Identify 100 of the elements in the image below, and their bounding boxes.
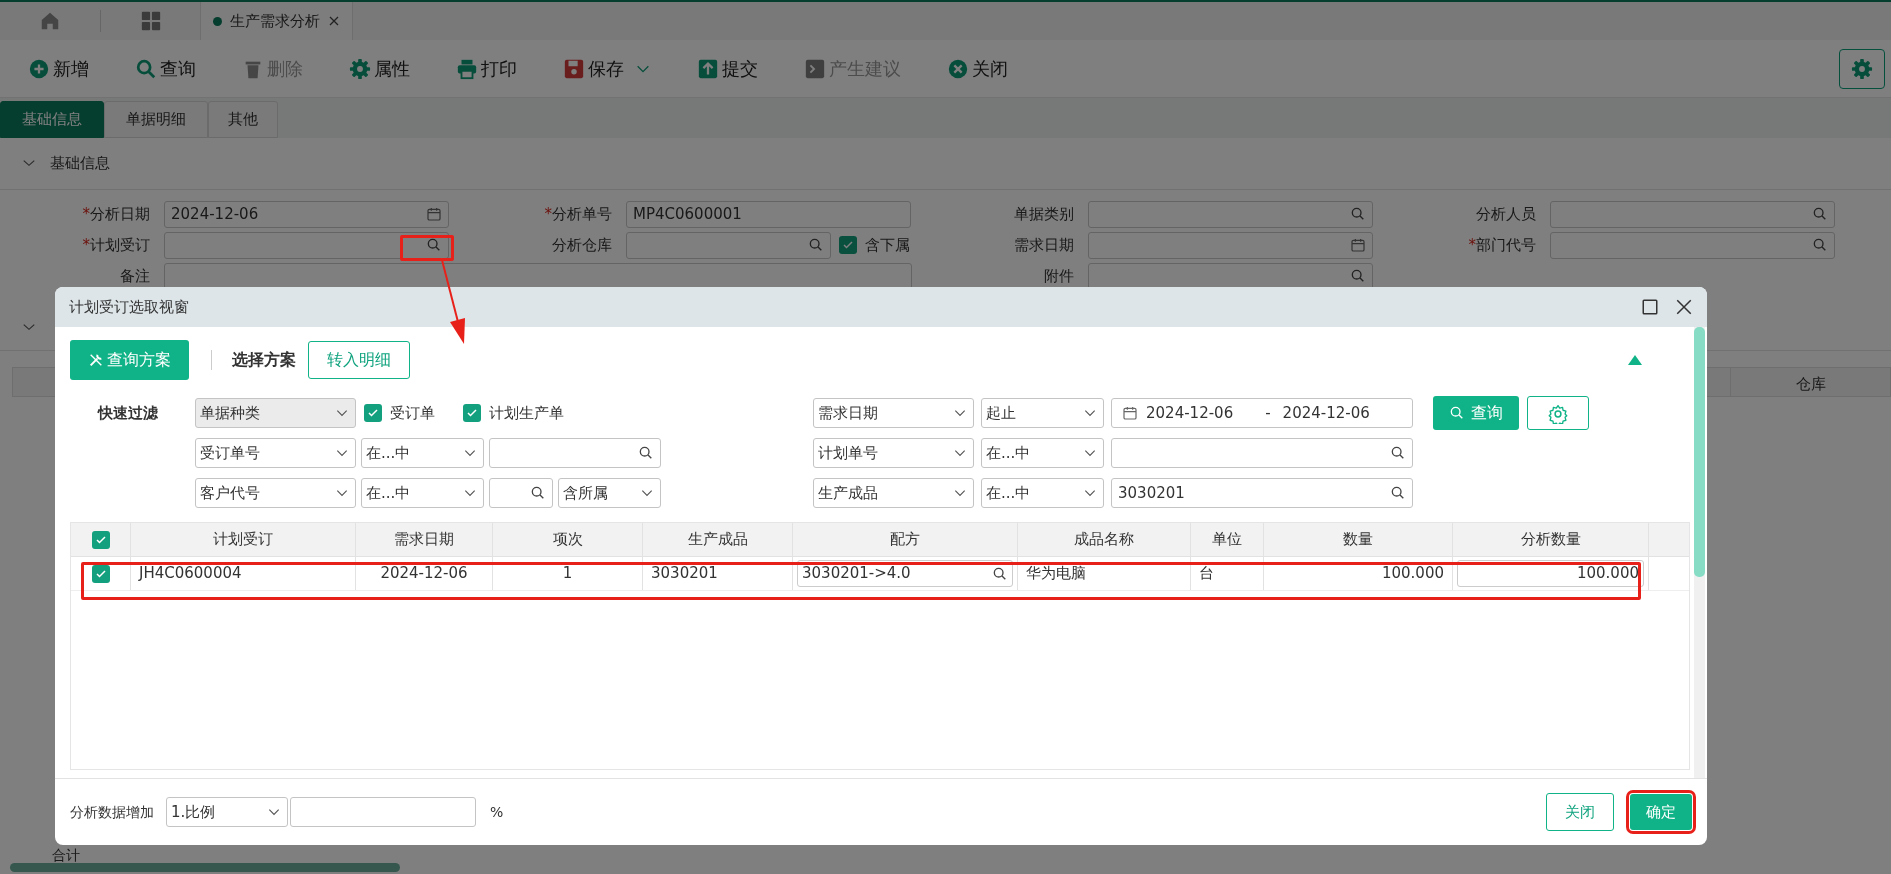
search-icon (530, 485, 546, 501)
column-header: 项次 (493, 523, 643, 556)
toolbar-button[interactable]: 保存 (557, 51, 657, 86)
check-icon (367, 407, 379, 419)
dialog-title: 计划受订选取视窗 (69, 296, 189, 318)
query-button[interactable]: 查询 (1433, 396, 1519, 430)
table-cell-text: 2024-12-06 (380, 563, 468, 585)
unit-label: % (490, 802, 504, 822)
table-input[interactable]: 100.000 (1457, 560, 1644, 587)
printer-icon (456, 57, 478, 80)
column-header: 配方 (793, 523, 1018, 556)
input-field[interactable] (1088, 262, 1373, 290)
column-header: 计划受订 (131, 523, 356, 556)
table-cell-text: 华为电脑 (1026, 563, 1086, 585)
upload-icon (697, 57, 719, 80)
scrollbar-thumb[interactable] (1694, 327, 1705, 577)
table-cell-text: 100.000 (1381, 563, 1444, 585)
search-icon (638, 445, 654, 461)
checkbox[interactable] (463, 404, 481, 422)
search-field[interactable]: 3030201 (1111, 478, 1413, 508)
field-label: 单据类别 (1013, 203, 1074, 225)
field-label: 需求日期 (1013, 234, 1074, 256)
search-field[interactable] (489, 438, 661, 468)
section-title: 基础信息 (50, 153, 110, 174)
search-field[interactable] (489, 478, 553, 508)
dropdown[interactable]: 计划单号 (813, 438, 974, 468)
input-field[interactable]: MP4C0600001 (626, 200, 911, 228)
dropdown[interactable]: 1.比例 (166, 797, 288, 827)
cancel-button[interactable]: 关闭 (1546, 793, 1614, 831)
settings-icon (349, 57, 371, 80)
search-icon (135, 57, 157, 80)
percent-field[interactable] (290, 797, 476, 827)
toolbar-button[interactable]: 关闭 (941, 51, 1014, 86)
search-icon (1350, 268, 1366, 284)
check-icon (466, 407, 478, 419)
dropdown[interactable]: 在...中 (361, 478, 484, 508)
toolbar-button[interactable]: 新增 (22, 51, 95, 86)
dropdown[interactable]: 含所属 (558, 478, 661, 508)
dropdown[interactable]: 客户代号 (195, 478, 356, 508)
column-header: 分析数量 (1453, 523, 1649, 556)
total-label: 合计 (52, 847, 80, 863)
input-field[interactable] (626, 231, 831, 259)
checkbox[interactable] (839, 236, 857, 254)
search-icon (1812, 237, 1828, 253)
dropdown[interactable]: 受订单号 (195, 438, 356, 468)
field-label: 附件 (1043, 265, 1074, 287)
highlight-frame (400, 235, 454, 261)
field-label: *分析单号 (543, 203, 612, 225)
dropdown[interactable]: 在...中 (981, 438, 1104, 468)
column-header: 需求日期 (356, 523, 493, 556)
search-icon (1812, 206, 1828, 222)
query-scheme-button[interactable]: 查询方案 (70, 340, 189, 380)
check-icon (94, 533, 107, 546)
transfer-button[interactable]: 转入明细 (308, 341, 410, 379)
search-icon (808, 237, 824, 253)
dropdown[interactable]: 起止 (981, 398, 1104, 428)
search-field[interactable] (1111, 438, 1413, 468)
maximize-icon (1641, 298, 1659, 316)
tab[interactable]: 单据明细 (104, 101, 208, 138)
document-tab[interactable]: 生产需求分析 (200, 2, 353, 40)
checkbox-label: 含下属 (865, 234, 910, 256)
toolbar-button[interactable]: 提交 (691, 51, 764, 86)
dropdown[interactable]: 在...中 (981, 478, 1104, 508)
input-field[interactable] (1550, 231, 1835, 259)
tab[interactable]: 基础信息 (0, 101, 104, 138)
search-icon (426, 237, 442, 253)
input-field[interactable]: 2024-12-06 (164, 200, 449, 228)
grid-icon (139, 10, 162, 32)
column-header: 生产成品 (643, 523, 793, 556)
dropdown[interactable]: 生产成品 (813, 478, 974, 508)
dropdown[interactable]: 在...中 (361, 438, 484, 468)
input-field[interactable] (1088, 231, 1373, 259)
plus-circle-icon (28, 57, 50, 80)
input-field[interactable] (1550, 200, 1835, 228)
input-field[interactable] (164, 231, 449, 259)
checkbox[interactable] (364, 404, 382, 422)
checkbox-label: 受订单 (390, 402, 435, 424)
settings-icon (1851, 57, 1873, 80)
settings-button[interactable] (1527, 396, 1589, 430)
check-icon (94, 567, 107, 580)
dropdown[interactable]: 需求日期 (813, 398, 974, 428)
field-label: *分析日期 (81, 203, 150, 225)
search-icon (992, 565, 1008, 582)
input-field[interactable] (164, 262, 912, 290)
table-cell-text: 台 (1199, 563, 1214, 585)
checkbox[interactable] (91, 530, 110, 549)
calendar-icon (1350, 237, 1366, 253)
column-header: 数量 (1264, 523, 1453, 556)
toolbar-button[interactable]: 属性 (343, 51, 416, 86)
toolbar-button[interactable]: 查询 (129, 51, 202, 86)
tab[interactable]: 其他 (208, 101, 278, 138)
table-input[interactable]: 3030201->4.0 (797, 560, 1013, 587)
input-field[interactable] (1088, 200, 1373, 228)
home-icon (39, 10, 61, 32)
settings-button[interactable] (1839, 48, 1885, 89)
wrench-icon (88, 352, 104, 368)
field-label: 分析人员 (1475, 203, 1536, 225)
date-range-field[interactable]: 2024-12-06 - 2024-12-06 (1111, 398, 1413, 428)
toolbar-button[interactable]: 打印 (450, 51, 523, 86)
filter-label: 快速过滤 (96, 402, 159, 424)
